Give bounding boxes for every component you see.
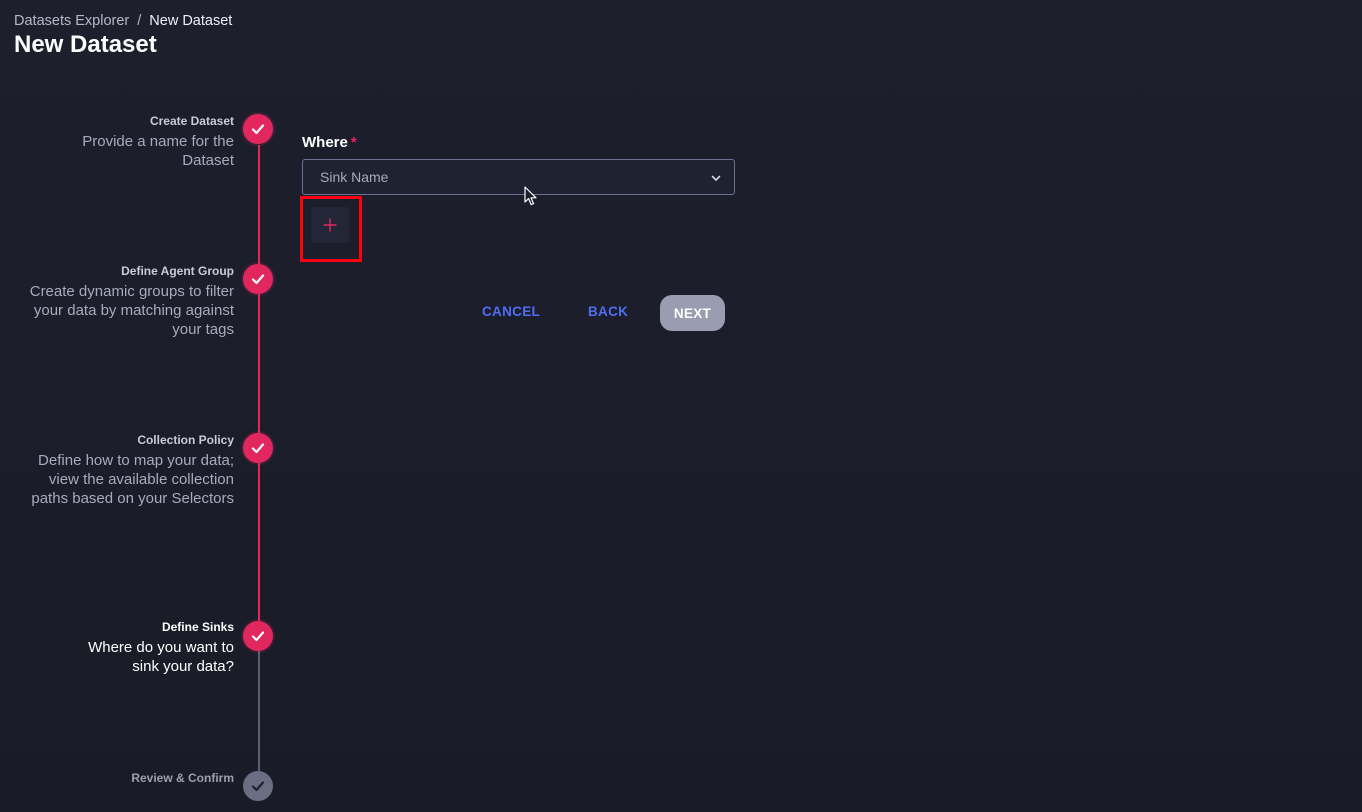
step-title: Define Sinks — [161, 620, 234, 634]
check-icon — [251, 781, 265, 792]
mouse-cursor-icon — [524, 186, 537, 206]
stepper-connector-1 — [258, 145, 260, 265]
step-title: Collection Policy — [137, 433, 234, 447]
check-icon — [251, 124, 265, 135]
step-description: Create dynamic groups to filter your dat… — [29, 283, 234, 338]
step-2-complete-indicator[interactable] — [243, 264, 273, 294]
step-define-sinks: Define Sinks Where do you want to sink y… — [19, 620, 234, 676]
step-description: Provide a name for the Dataset — [82, 133, 234, 169]
breadcrumb-datasets-explorer-link[interactable]: Datasets Explorer — [14, 13, 129, 29]
step-description: Where do you want to sink your data? — [88, 639, 234, 675]
step-4-active-indicator[interactable] — [243, 621, 273, 651]
check-icon — [251, 631, 265, 642]
page-title: New Dataset — [14, 31, 157, 58]
step-title: Define Agent Group — [121, 264, 234, 278]
check-icon — [251, 443, 265, 454]
step-title: Create Dataset — [149, 114, 234, 128]
add-sink-button[interactable] — [311, 207, 349, 243]
new-dataset-page: Datasets Explorer / New Dataset New Data… — [0, 0, 1362, 812]
check-icon — [251, 274, 265, 285]
step-1-complete-indicator[interactable] — [243, 114, 273, 144]
step-3-complete-indicator[interactable] — [243, 433, 273, 463]
breadcrumb-current: New Dataset — [149, 13, 233, 29]
back-button[interactable]: BACK — [588, 304, 628, 319]
next-button[interactable]: NEXT — [660, 295, 725, 331]
where-field-label: Where * — [302, 134, 357, 151]
plus-icon — [323, 218, 337, 232]
breadcrumb-separator: / — [137, 13, 142, 29]
required-marker: * — [350, 134, 357, 151]
sink-name-select[interactable]: Sink Name — [302, 159, 735, 195]
step-create-dataset: Create Dataset Provide a name for the Da… — [19, 114, 234, 170]
stepper-connector-3 — [258, 463, 260, 621]
stepper-connector-2 — [258, 294, 260, 434]
step-title: Review & Confirm — [131, 771, 234, 785]
breadcrumb: Datasets Explorer / New Dataset — [14, 13, 232, 29]
step-description: Define how to map your data; view the av… — [31, 452, 234, 507]
cancel-button[interactable]: CANCEL — [482, 304, 540, 319]
sink-select-placeholder: Sink Name — [320, 169, 389, 185]
step-5-pending-indicator[interactable] — [243, 771, 273, 801]
chevron-down-icon — [711, 175, 721, 181]
where-label-text: Where — [302, 134, 348, 151]
step-review-confirm: Review & Confirm — [19, 771, 234, 786]
step-collection-policy: Collection Policy Define how to map your… — [19, 433, 234, 508]
stepper-connector-4 — [258, 651, 260, 771]
step-define-agent-group: Define Agent Group Create dynamic groups… — [19, 264, 234, 339]
